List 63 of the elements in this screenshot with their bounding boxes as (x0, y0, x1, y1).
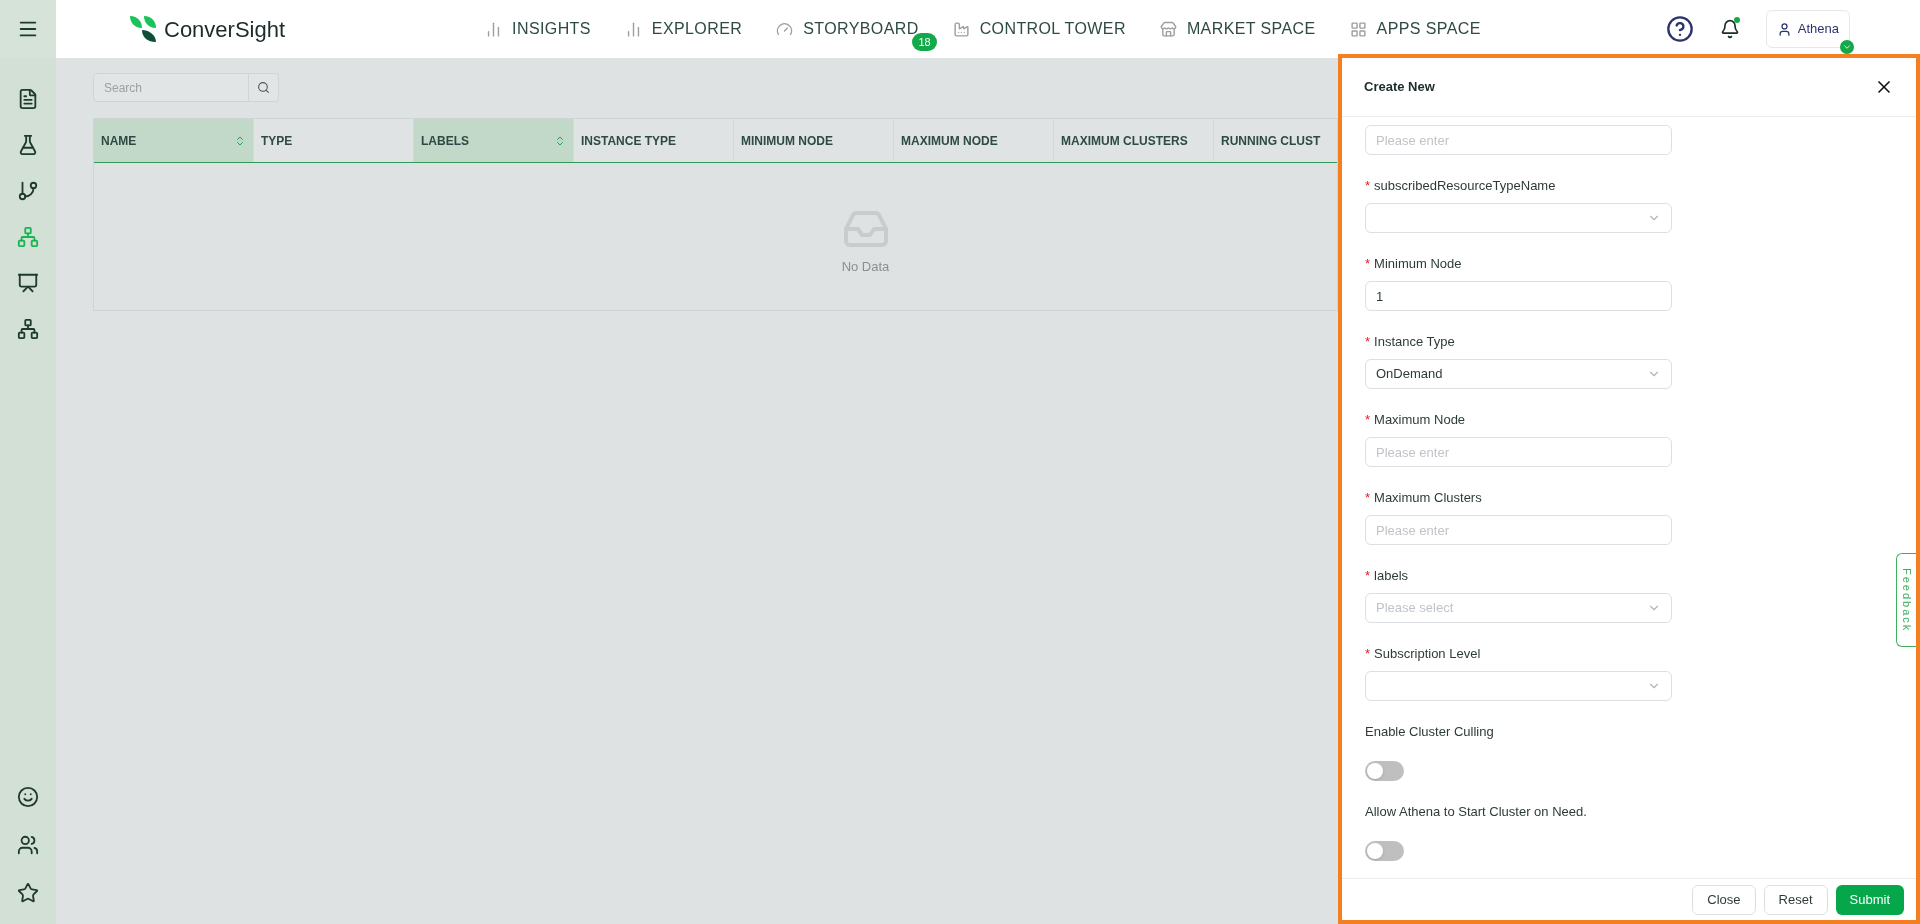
notification-button[interactable] (1719, 19, 1740, 39)
required-mark: * (1365, 645, 1371, 664)
help-icon[interactable] (1665, 15, 1694, 43)
field-label: Minimum Node (1374, 255, 1462, 274)
toggle-switch[interactable] (1365, 841, 1404, 861)
input-field[interactable]: Please enter (1365, 125, 1672, 155)
nav-icon (952, 20, 970, 38)
count-badge: 18 (912, 33, 937, 51)
sidebar-item[interactable] (17, 134, 39, 156)
field-label: Allow Athena to Start Cluster on Need. (1365, 803, 1587, 822)
select-field[interactable] (1365, 671, 1672, 701)
column-header[interactable]: NAME (94, 119, 254, 162)
sidebar-item[interactable] (17, 834, 39, 856)
required-mark: * (1365, 489, 1371, 508)
user-icon (1776, 21, 1792, 37)
field-label: Subscription Level (1374, 645, 1481, 664)
field-label: Enable Cluster Culling (1365, 723, 1494, 742)
logo-text: ConverSight (164, 15, 286, 44)
input-field[interactable]: Please enter (1365, 515, 1672, 545)
nav-link[interactable]: INSIGHTS (485, 17, 591, 41)
field-label: Maximum Node (1374, 411, 1466, 430)
nav-link[interactable]: APPS SPACE (1349, 17, 1481, 41)
sidebar-item[interactable] (17, 786, 39, 808)
nav-icon (1159, 20, 1177, 38)
column-header[interactable]: LABELS (414, 119, 574, 162)
required-mark: * (1365, 333, 1371, 352)
nav-link[interactable]: CONTROL TOWER (952, 17, 1126, 41)
nav-icon (1349, 20, 1367, 38)
empty-text: No Data (841, 258, 890, 276)
sidebar-item[interactable] (17, 88, 39, 110)
footer-button[interactable]: Close (1692, 884, 1756, 915)
sidebar-item[interactable] (17, 882, 39, 904)
input-field[interactable]: Please enter (1365, 437, 1672, 467)
field-label: Instance Type (1374, 333, 1455, 352)
search-icon (257, 81, 270, 94)
required-mark: * (1365, 411, 1371, 430)
sort-icon (554, 134, 566, 147)
bell-icon (1719, 19, 1740, 39)
search-field[interactable]: Search (93, 73, 249, 102)
drawer-title: Create New (1364, 78, 1435, 97)
nav-link[interactable]: EXPLORER (624, 17, 743, 41)
select-field[interactable] (1365, 203, 1672, 233)
required-mark: * (1365, 255, 1371, 274)
footer-button[interactable]: Reset (1763, 884, 1828, 915)
field-label: subscribedResourceTypeName (1374, 177, 1556, 196)
field-label: Maximum Clusters (1374, 489, 1482, 508)
sort-icon (234, 134, 246, 147)
field-label: labels (1374, 567, 1409, 586)
search-button[interactable] (249, 73, 279, 102)
logo-icon (128, 14, 158, 44)
select-field[interactable]: OnDemand (1365, 359, 1672, 389)
sidebar-item[interactable] (17, 180, 39, 202)
required-mark: * (1365, 567, 1371, 586)
sidebar-item[interactable] (17, 272, 39, 294)
select-placeholder: Please select (1376, 599, 1454, 618)
sidebar-item[interactable] (17, 318, 39, 340)
menu-button[interactable] (0, 0, 56, 58)
nav-icon (776, 20, 794, 38)
input-field[interactable]: 1 (1365, 281, 1672, 311)
toggle-switch[interactable] (1365, 761, 1404, 781)
select-value: OnDemand (1376, 365, 1443, 384)
required-mark: * (1365, 177, 1371, 196)
nav-link[interactable]: MARKET SPACE (1159, 17, 1316, 41)
